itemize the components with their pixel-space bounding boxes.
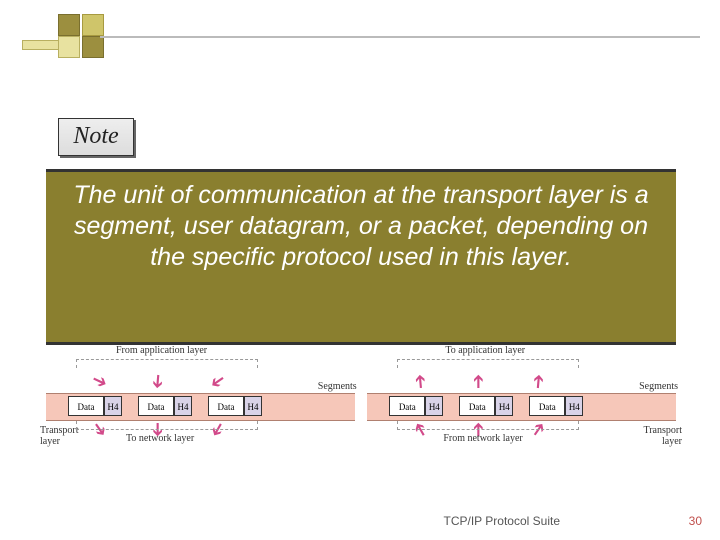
bottom-bracket <box>76 421 258 430</box>
data-cell: Data <box>529 396 565 416</box>
top-bracket <box>76 359 258 368</box>
deco-square <box>82 14 104 36</box>
from-app-label: From application layer <box>116 345 207 356</box>
to-network-label: To network layer <box>126 433 194 444</box>
note-box: Note <box>58 118 134 156</box>
transport-layer-label: Transport layer <box>40 425 79 447</box>
to-app-label: To application layer <box>445 345 525 356</box>
header-cell: H4 <box>495 396 513 416</box>
header-cell: H4 <box>244 396 262 416</box>
deco-bar <box>22 40 60 50</box>
segments-label: Segments <box>639 381 678 392</box>
arrow-up-icon: ➔ <box>468 374 489 389</box>
data-cell: Data <box>68 396 104 416</box>
deco-square <box>82 36 104 58</box>
corner-decoration <box>22 14 92 62</box>
arrow-up-icon: ➔ <box>528 373 550 390</box>
top-bracket <box>397 359 579 368</box>
slide: Note The unit of communication at the tr… <box>0 0 720 540</box>
arrow-up-icon: ➔ <box>410 373 432 390</box>
header-cell: H4 <box>174 396 192 416</box>
arrow-down-icon: ➔ <box>146 373 168 390</box>
header-cell: H4 <box>565 396 583 416</box>
deco-square <box>58 36 80 58</box>
diagram-right: To application layer ➔ ➔ ➔ Segments Data… <box>367 345 676 485</box>
transport-layer-label: Transport layer <box>643 425 682 447</box>
title-rule <box>100 36 700 38</box>
segments-label: Segments <box>318 381 357 392</box>
deco-square <box>58 14 80 36</box>
data-cell: Data <box>459 396 495 416</box>
data-cell: Data <box>138 396 174 416</box>
bottom-bracket <box>397 421 579 430</box>
main-message: The unit of communication at the transpo… <box>46 172 676 273</box>
message-band: The unit of communication at the transpo… <box>46 169 676 345</box>
header-cell: H4 <box>425 396 443 416</box>
data-cell: Data <box>208 396 244 416</box>
page-number: 30 <box>689 514 702 528</box>
data-cell: Data <box>389 396 425 416</box>
diagram-left: From application layer ➔ ➔ ➔ Segments Da… <box>46 345 355 485</box>
footer-text: TCP/IP Protocol Suite <box>444 514 561 528</box>
header-cell: H4 <box>104 396 122 416</box>
footer: TCP/IP Protocol Suite 30 <box>0 514 720 532</box>
arrow-down-icon: ➔ <box>205 369 229 395</box>
arrow-down-icon: ➔ <box>88 369 111 394</box>
diagram: From application layer ➔ ➔ ➔ Segments Da… <box>46 345 676 485</box>
from-network-label: From network layer <box>443 433 522 444</box>
